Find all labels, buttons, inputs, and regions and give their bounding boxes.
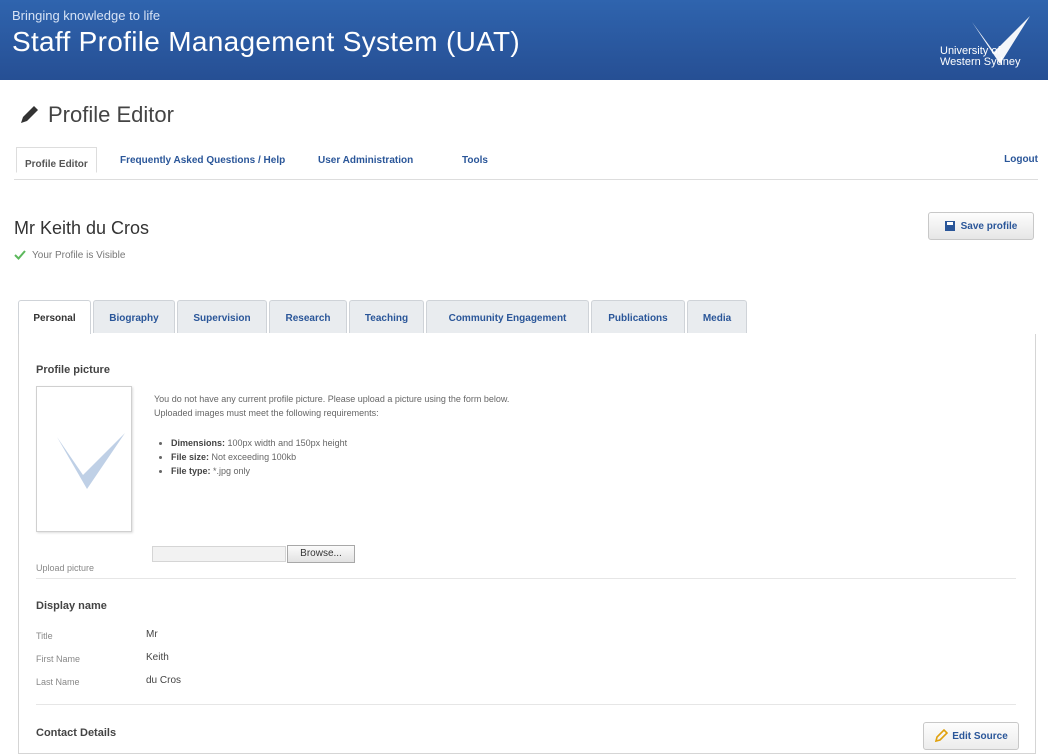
tab-personal[interactable]: Personal bbox=[18, 300, 91, 335]
nav-faq-help[interactable]: Frequently Asked Questions / Help bbox=[114, 151, 291, 170]
placeholder-logo-icon bbox=[57, 433, 125, 489]
requirement-file-type-value: *.jpg only bbox=[213, 466, 251, 476]
page-title: Profile Editor bbox=[48, 102, 174, 127]
personal-panel: Profile picture You do not have any curr… bbox=[18, 334, 1036, 754]
contact-details-heading: Contact Details bbox=[36, 727, 117, 739]
edit-pencil-icon bbox=[935, 729, 949, 743]
last-name-label: Last Name bbox=[36, 677, 80, 687]
section-divider bbox=[36, 704, 1016, 705]
requirement-file-type-label: File type: bbox=[171, 466, 211, 476]
visibility-status: Your Profile is Visible bbox=[14, 249, 125, 261]
tab-media[interactable]: Media bbox=[687, 300, 747, 333]
top-navigation: Profile Editor Frequently Asked Question… bbox=[14, 145, 1038, 180]
tab-community-engagement[interactable]: Community Engagement bbox=[426, 300, 589, 333]
title-label: Title bbox=[36, 631, 53, 641]
logout-link[interactable]: Logout bbox=[1004, 154, 1038, 165]
tab-publications[interactable]: Publications bbox=[591, 300, 685, 333]
edit-source-label: Edit Source bbox=[952, 730, 1008, 742]
requirement-dimensions: Dimensions: 100px width and 150px height bbox=[171, 436, 347, 450]
requirement-file-size-label: File size: bbox=[171, 452, 210, 462]
requirements-list: Dimensions: 100px width and 150px height… bbox=[159, 436, 347, 478]
system-title: Staff Profile Management System (UAT) bbox=[12, 26, 521, 57]
picture-message-1: You do not have any current profile pict… bbox=[154, 394, 510, 404]
display-name-heading: Display name bbox=[36, 600, 107, 612]
logo-line2: Western Sydney bbox=[940, 56, 1021, 68]
header-banner: Bringing knowledge to life Staff Profile… bbox=[0, 0, 1048, 80]
save-profile-label: Save profile bbox=[960, 220, 1018, 232]
edit-source-button[interactable]: Edit Source bbox=[923, 722, 1019, 750]
requirement-dimensions-label: Dimensions: bbox=[171, 438, 226, 448]
tagline: Bringing knowledge to life bbox=[12, 8, 161, 23]
picture-message-2: Uploaded images must meet the following … bbox=[154, 408, 379, 418]
picture-instructions: You do not have any current profile pict… bbox=[154, 392, 509, 420]
tab-teaching[interactable]: Teaching bbox=[349, 300, 424, 333]
requirement-file-size: File size: Not exceeding 100kb bbox=[171, 450, 347, 464]
save-icon bbox=[944, 221, 955, 231]
tab-supervision[interactable]: Supervision bbox=[177, 300, 267, 333]
tab-biography[interactable]: Biography bbox=[93, 300, 175, 333]
first-name-label: First Name bbox=[36, 654, 81, 664]
profile-picture-heading: Profile picture bbox=[36, 364, 110, 376]
check-icon bbox=[14, 250, 26, 260]
requirement-dimensions-value: 100px width and 150px height bbox=[227, 438, 348, 448]
nav-user-administration[interactable]: User Administration bbox=[312, 151, 419, 170]
profile-picture-placeholder bbox=[36, 386, 132, 532]
nav-tools[interactable]: Tools bbox=[456, 151, 494, 170]
editor-header: Profile Editor bbox=[18, 99, 174, 131]
requirement-file-type: File type: *.jpg only bbox=[171, 464, 347, 478]
profile-tabs: Personal Biography Supervision Research … bbox=[18, 300, 1036, 335]
university-logo: University of Western Sydney bbox=[924, 12, 1034, 72]
upload-file-input[interactable] bbox=[152, 546, 286, 562]
requirement-file-size-value: Not exceeding 100kb bbox=[211, 452, 297, 462]
section-divider bbox=[36, 578, 1016, 579]
upload-picture-label: Upload picture bbox=[36, 563, 95, 573]
tab-research[interactable]: Research bbox=[269, 300, 347, 333]
title-value: Mr bbox=[146, 629, 158, 640]
browse-button[interactable]: Browse... bbox=[287, 545, 355, 563]
first-name-value: Keith bbox=[146, 652, 169, 663]
logo-text: University of Western Sydney bbox=[940, 46, 1021, 68]
save-profile-button[interactable]: Save profile bbox=[928, 212, 1034, 240]
nav-profile-editor[interactable]: Profile Editor bbox=[16, 147, 97, 173]
pencil-icon bbox=[21, 106, 38, 123]
profile-name: Mr Keith du Cros bbox=[14, 218, 150, 238]
visibility-text: Your Profile is Visible bbox=[32, 249, 126, 261]
last-name-value: du Cros bbox=[146, 675, 182, 686]
